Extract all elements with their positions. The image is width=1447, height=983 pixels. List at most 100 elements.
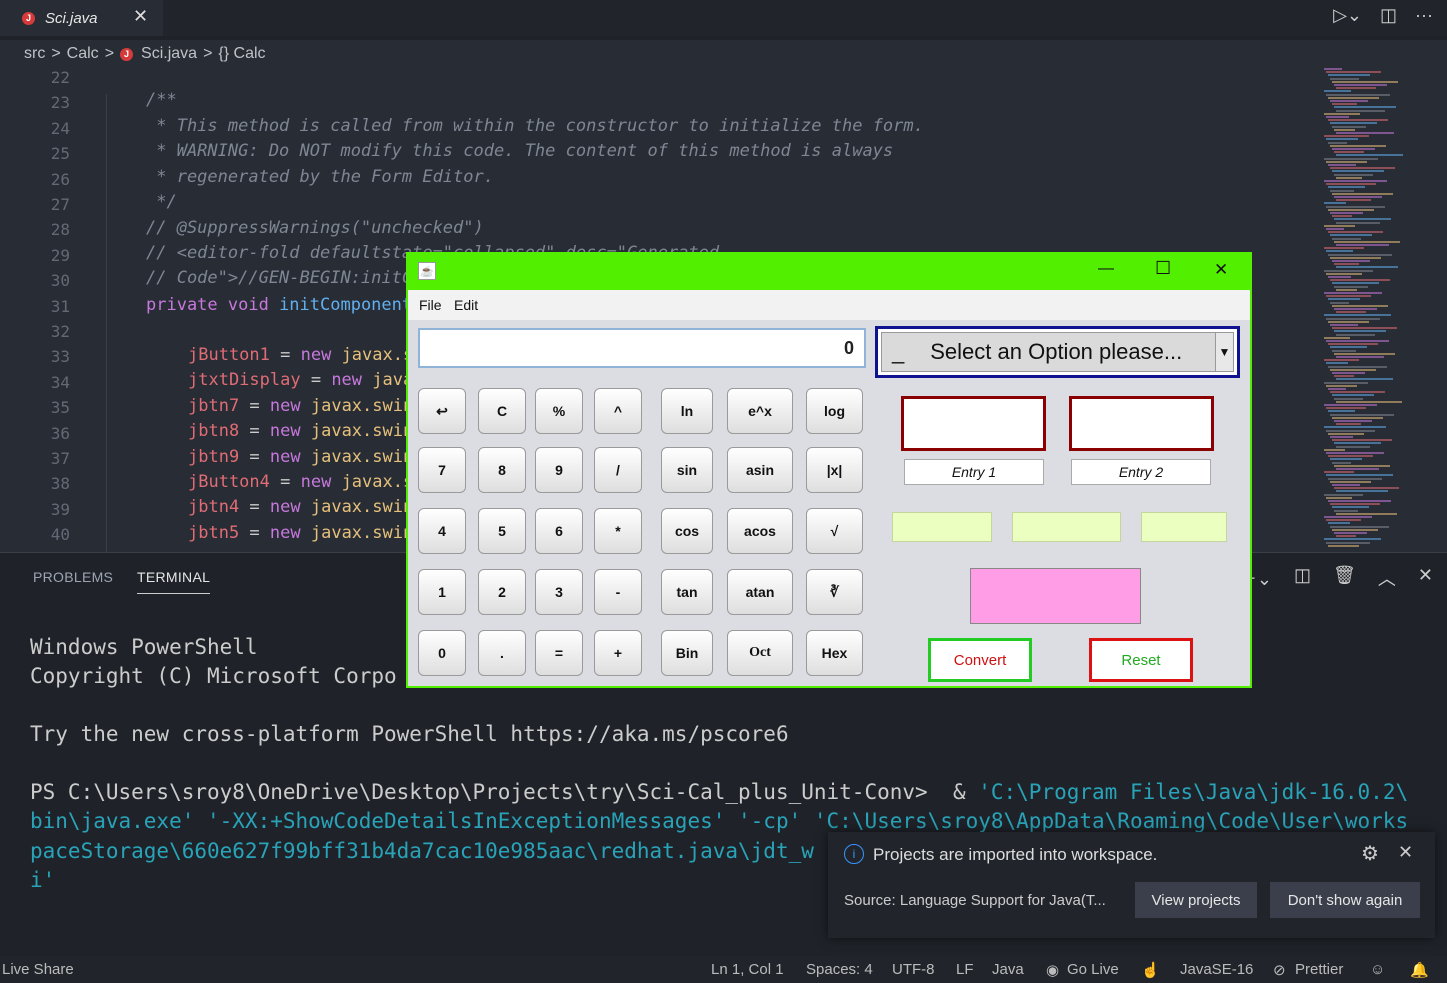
minimap-line xyxy=(1330,324,1358,326)
key-atan-button[interactable]: atan xyxy=(727,569,793,615)
minimap-line xyxy=(1336,244,1389,246)
minimap-line xyxy=(1324,247,1364,250)
key-exp-button[interactable]: e^x xyxy=(727,388,793,434)
line-number: 38 xyxy=(50,474,70,494)
minimap-line xyxy=(1336,356,1384,358)
key-4-button[interactable]: 4 xyxy=(418,508,466,554)
calculator-title-bar[interactable]: ☕ — ☐ ✕ xyxy=(408,254,1250,290)
key-cos-button[interactable]: cos xyxy=(661,508,713,554)
key-minus-button[interactable]: - xyxy=(594,569,642,615)
dont-show-again-button[interactable]: Don't show again xyxy=(1270,882,1420,918)
key-sqrt-button[interactable]: √ xyxy=(806,508,863,554)
key-acos-button[interactable]: acos xyxy=(727,508,793,554)
key-1-button[interactable]: 1 xyxy=(418,569,466,615)
breadcrumb-calc[interactable]: Calc xyxy=(67,45,99,63)
breadcrumb-src[interactable]: src xyxy=(24,45,45,63)
key-clear-button[interactable]: C xyxy=(478,388,526,434)
maximize-button[interactable]: ☐ xyxy=(1155,258,1171,279)
key-5-button[interactable]: 5 xyxy=(478,508,526,554)
code-keyword: new xyxy=(269,522,311,543)
eol-status[interactable]: LF xyxy=(956,961,974,978)
split-terminal-icon[interactable]: ◫ xyxy=(1294,565,1311,591)
dropdown-arrow-icon[interactable]: ▼ xyxy=(1215,333,1233,371)
key-3-button[interactable]: 3 xyxy=(535,569,583,615)
split-editor-icon[interactable]: ◫ xyxy=(1380,5,1397,26)
cursor-position[interactable]: Ln 1, Col 1 xyxy=(711,961,784,978)
convert-button[interactable]: Convert xyxy=(928,638,1032,682)
minimap-line xyxy=(1336,176,1362,179)
entry2-input[interactable] xyxy=(1069,396,1214,451)
thumbs-up-icon[interactable]: ☝ xyxy=(1141,961,1160,979)
key-cbrt-button[interactable]: ∛ xyxy=(806,569,863,615)
key-8-button[interactable]: 8 xyxy=(478,447,526,493)
entry1-input[interactable] xyxy=(901,396,1046,451)
key-tan-button[interactable]: tan xyxy=(661,569,713,615)
key-backspace-button[interactable]: ↩ xyxy=(418,388,466,434)
prettier-status[interactable]: Prettier xyxy=(1295,961,1343,978)
key-bin-button[interactable]: Bin xyxy=(661,630,713,676)
gear-icon[interactable]: ⚙ xyxy=(1361,841,1379,866)
minimap-line xyxy=(1326,519,1361,522)
trash-icon[interactable]: 🗑 xyxy=(1333,565,1356,591)
feedback-icon[interactable]: ☺ xyxy=(1370,961,1385,978)
key-asin-button[interactable]: asin xyxy=(727,447,793,493)
minimap-line xyxy=(1336,132,1394,134)
key-divide-button[interactable]: / xyxy=(594,447,642,493)
key-9-button[interactable]: 9 xyxy=(535,447,583,493)
line-number: 36 xyxy=(50,423,70,443)
key-7-button[interactable]: 7 xyxy=(418,447,466,493)
close-icon[interactable]: ✕ xyxy=(1398,842,1413,863)
minimap-line xyxy=(1336,445,1370,448)
minimap-line xyxy=(1330,212,1363,214)
view-projects-button[interactable]: View projects xyxy=(1135,882,1257,918)
bell-icon[interactable]: 🔔 xyxy=(1410,961,1429,979)
breadcrumb-file[interactable]: Sci.java xyxy=(141,45,197,63)
close-window-button[interactable]: ✕ xyxy=(1214,260,1228,280)
tab-terminal[interactable]: TERMINAL xyxy=(137,569,211,594)
minimap-line xyxy=(1328,208,1374,211)
key-ln-button[interactable]: ln xyxy=(661,388,713,434)
indent-status[interactable]: Spaces: 4 xyxy=(806,961,873,978)
key-6-button[interactable]: 6 xyxy=(535,508,583,554)
close-panel-icon[interactable]: ✕ xyxy=(1418,565,1433,591)
encoding-status[interactable]: UTF-8 xyxy=(892,961,935,978)
code-keyword: new xyxy=(269,421,311,442)
menu-file[interactable]: File xyxy=(419,297,442,313)
key-abs-button[interactable]: |x| xyxy=(806,447,863,493)
key-power-button[interactable]: ^ xyxy=(594,388,642,434)
maximize-panel-icon[interactable]: ︿ xyxy=(1378,565,1396,591)
key-log-button[interactable]: log xyxy=(806,388,863,434)
run-icon[interactable]: ▷⌄ xyxy=(1333,5,1362,26)
language-status[interactable]: Java xyxy=(992,961,1024,978)
minimize-button[interactable]: — xyxy=(1098,260,1114,278)
key-percent-button[interactable]: % xyxy=(535,388,583,434)
tab-problems[interactable]: PROBLEMS xyxy=(33,569,113,585)
key-plus-button[interactable]: + xyxy=(594,630,642,676)
reset-button[interactable]: Reset xyxy=(1089,638,1193,682)
key-0-button[interactable]: 0 xyxy=(418,630,466,676)
minimap-line xyxy=(1330,525,1389,528)
key-multiply-button[interactable]: * xyxy=(594,508,642,554)
key-2-button[interactable]: 2 xyxy=(478,569,526,615)
code-operator: = xyxy=(300,370,332,391)
breadcrumb-symbol[interactable]: {} Calc xyxy=(218,45,265,63)
key-oct-button[interactable]: Oct xyxy=(727,630,793,676)
live-share-status[interactable]: Live Share xyxy=(2,961,74,978)
key-decimal-button[interactable]: . xyxy=(478,630,526,676)
terminal-line: bin\java.exe' '-XX:+ShowCodeDetailsInExc… xyxy=(30,809,1409,833)
minimap-line xyxy=(1332,304,1388,307)
calculator-display[interactable]: 0 xyxy=(418,328,866,368)
go-live-status[interactable]: Go Live xyxy=(1067,961,1119,978)
chevron-right-icon: > xyxy=(51,45,61,62)
key-hex-button[interactable]: Hex xyxy=(806,630,863,676)
close-tab-icon[interactable]: ✕ xyxy=(133,6,148,27)
minimap-line xyxy=(1336,400,1402,403)
tab-sci-java[interactable]: J Sci.java ✕ xyxy=(0,0,163,36)
more-actions-icon[interactable]: ··· xyxy=(1415,5,1433,26)
unit-option-dropdown[interactable]: _ Select an Option please... ▼ xyxy=(875,326,1240,378)
menu-edit[interactable]: Edit xyxy=(454,297,478,313)
key-sin-button[interactable]: sin xyxy=(661,447,713,493)
key-equals-button[interactable]: = xyxy=(535,630,583,676)
jdk-status[interactable]: JavaSE-16 xyxy=(1180,961,1253,978)
minimap[interactable] xyxy=(1320,68,1430,552)
